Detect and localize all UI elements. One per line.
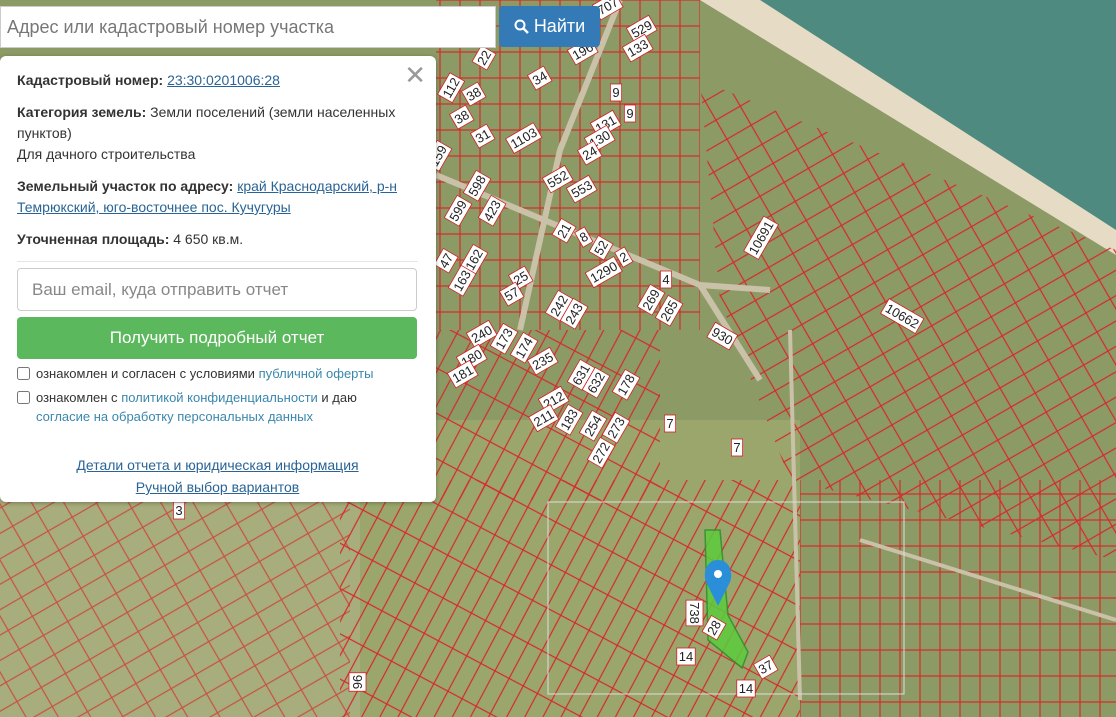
parcel-number-label: 3 xyxy=(175,503,182,518)
public-offer-link[interactable]: публичной оферты xyxy=(259,366,374,381)
consent-privacy-text: ознакомлен с xyxy=(36,390,118,405)
divider xyxy=(17,261,418,262)
consent-offer-text: ознакомлен и согласен с условиями xyxy=(36,366,255,381)
personal-data-link[interactable]: согласие на обработку персональных данны… xyxy=(36,409,313,424)
category-use: Для дачного строительства xyxy=(17,146,196,162)
parcel-number-label: 14 xyxy=(679,649,693,664)
parcel-grid-southeast xyxy=(800,480,1116,717)
parcel-number-label: 7 xyxy=(666,416,673,431)
area-value: 4 650 кв.м. xyxy=(173,231,244,247)
cadastral-number-link[interactable]: 23:30:0201006:28 xyxy=(167,72,280,88)
privacy-checkbox[interactable] xyxy=(17,391,30,404)
get-report-button[interactable]: Получить подробный отчет xyxy=(17,317,417,359)
find-button[interactable]: Найти xyxy=(499,6,600,47)
parcel-number-label: 9 xyxy=(612,85,619,100)
search-icon xyxy=(514,19,529,34)
close-icon[interactable]: ✕ xyxy=(404,62,426,88)
parcel-info-panel: ✕ Кадастровый номер: 23:30:0201006:28 Ка… xyxy=(0,56,436,502)
consent-privacy-mid: и даю xyxy=(321,390,357,405)
bottom-links: Детали отчета и юридическая информация Р… xyxy=(17,454,418,498)
parcel-grid-south xyxy=(340,480,800,717)
category-row: Категория земель: Земли поселений (земли… xyxy=(17,102,418,165)
parcel-number-label: 7 xyxy=(733,440,740,455)
area-row: Уточненная площадь: 4 650 кв.м. xyxy=(17,229,418,250)
consent-privacy: ознакомлен с политикой конфиденциальност… xyxy=(17,388,418,426)
parcel-number-label: 14 xyxy=(739,681,753,696)
cadastral-row: Кадастровый номер: 23:30:0201006:28 xyxy=(17,70,418,91)
parcel-number-label: 9 xyxy=(626,106,633,121)
parcel-number-label: 4 xyxy=(662,272,669,287)
area-label: Уточненная площадь: xyxy=(17,231,170,247)
parcel-number-label: 96 xyxy=(350,675,365,689)
cadastral-label: Кадастровый номер: xyxy=(17,72,164,88)
offer-checkbox[interactable] xyxy=(17,367,30,380)
consent-offer: ознакомлен и согласен с условиями публич… xyxy=(17,364,418,383)
email-field[interactable] xyxy=(17,268,417,311)
report-details-link[interactable]: Детали отчета и юридическая информация xyxy=(76,457,358,473)
find-button-label: Найти xyxy=(533,16,586,36)
address-row: Земельный участок по адресу: край Красно… xyxy=(17,176,418,218)
search-bar xyxy=(0,6,496,48)
privacy-policy-link[interactable]: политикой конфиденциальности xyxy=(121,390,318,405)
search-input[interactable] xyxy=(1,7,495,47)
address-label: Земельный участок по адресу: xyxy=(17,178,234,194)
parcel-number-label: 738 xyxy=(687,602,702,624)
parcel-grid-west xyxy=(0,500,350,717)
category-label: Категория земель: xyxy=(17,104,147,120)
manual-selection-link[interactable]: Ручной выбор вариантов xyxy=(136,479,300,495)
